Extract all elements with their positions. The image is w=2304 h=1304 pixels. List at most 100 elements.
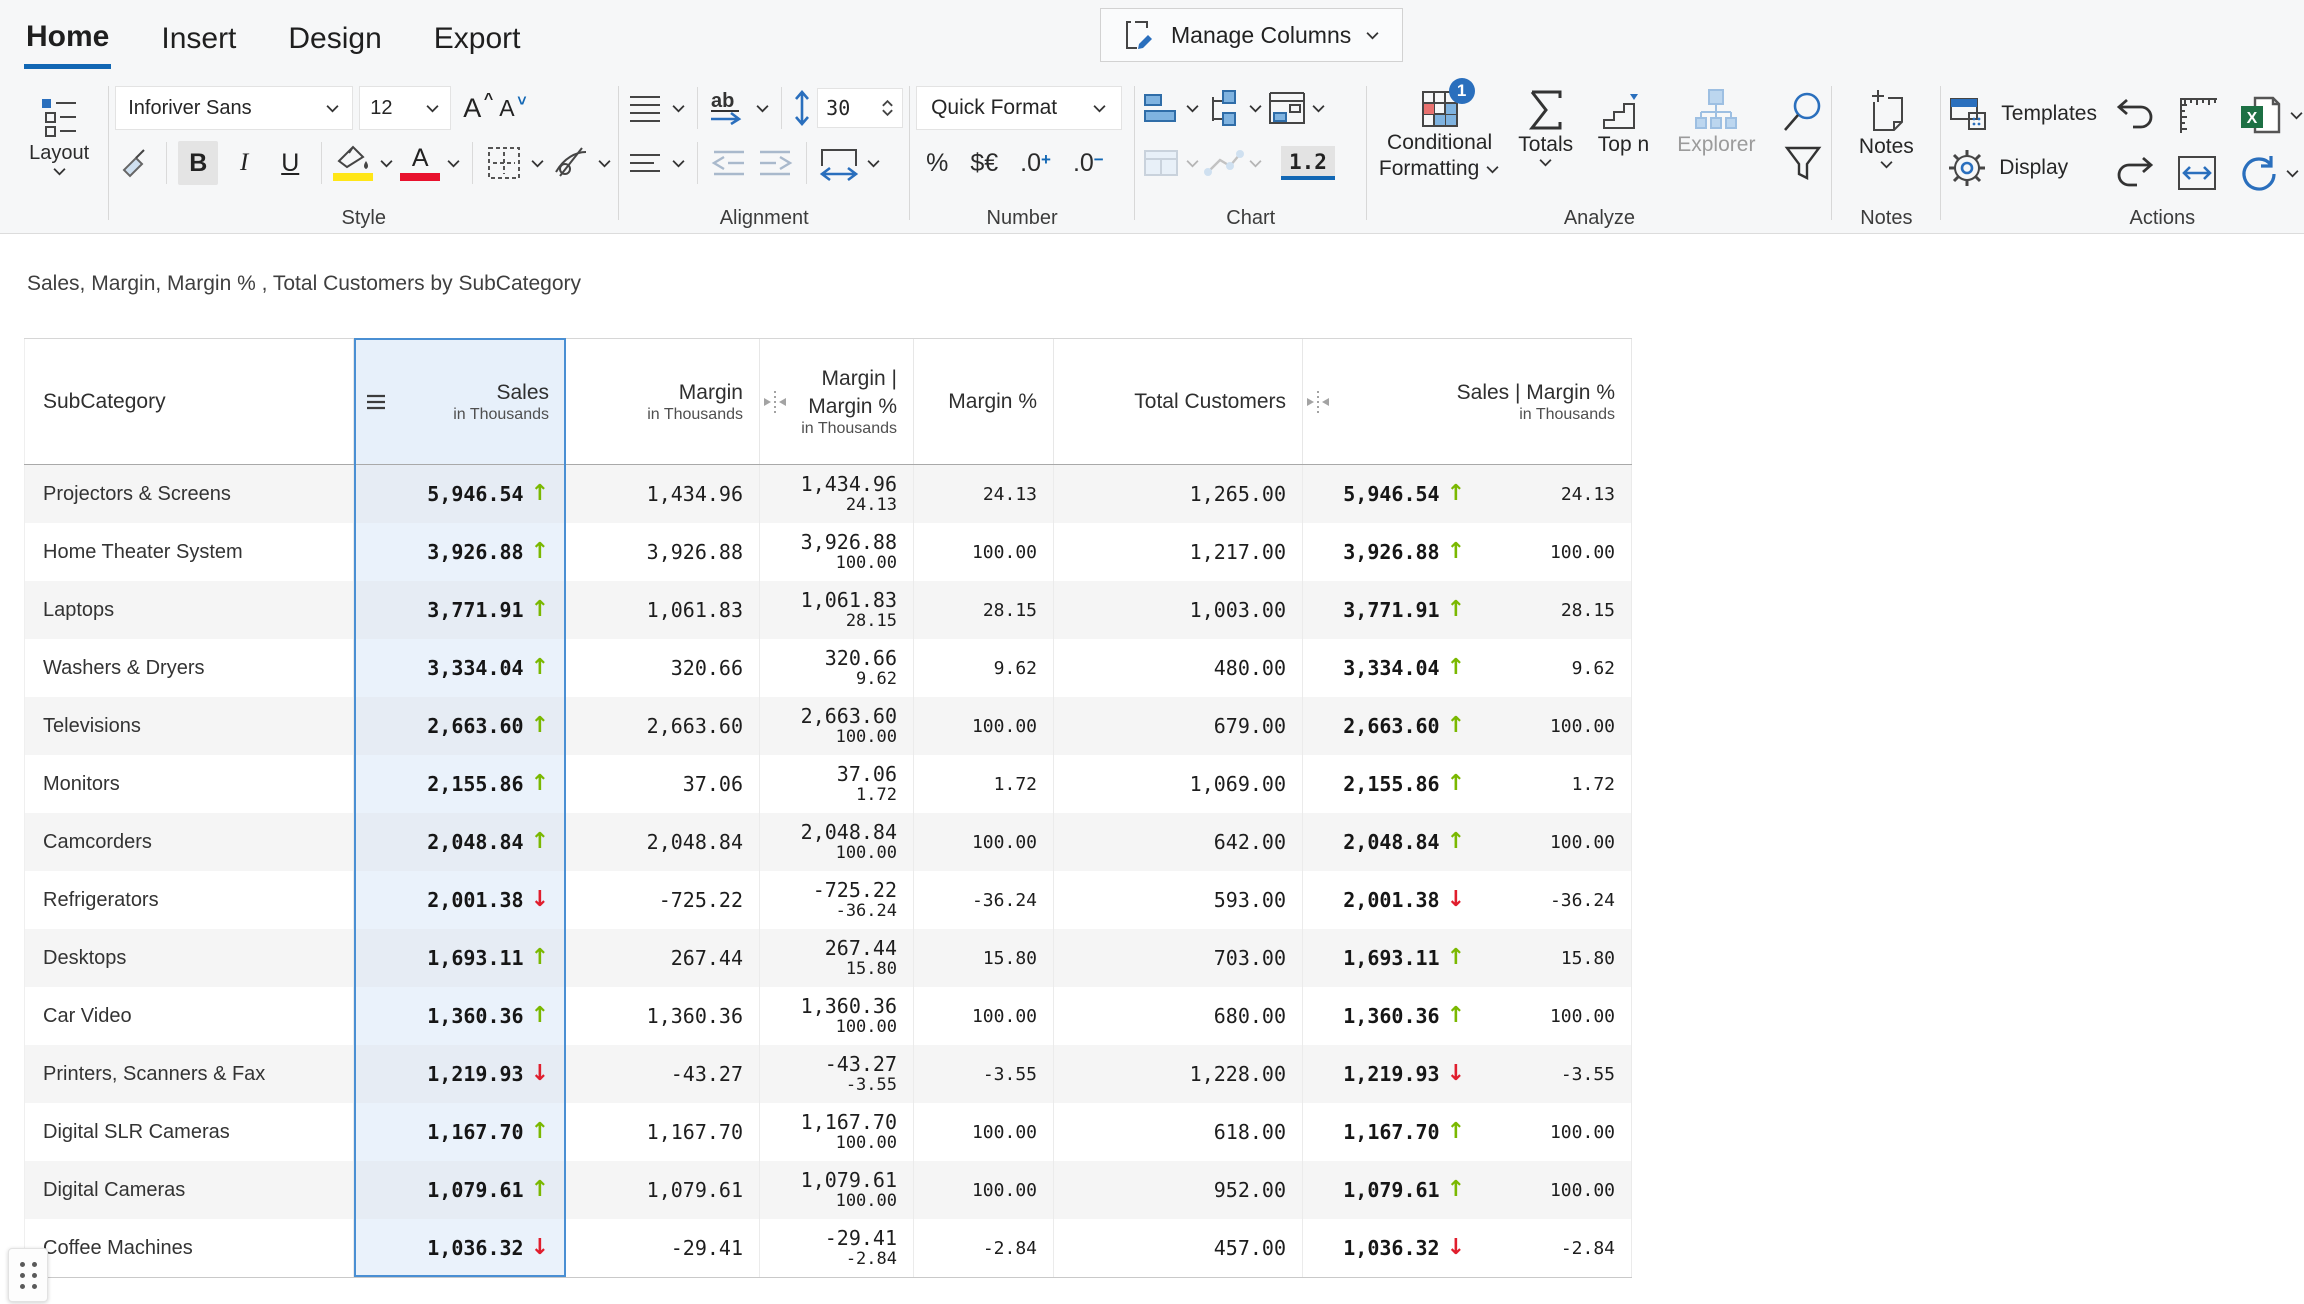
cell-margin[interactable]: 3,926.88 [566, 523, 760, 581]
increase-font-size-button[interactable]: A^ [457, 93, 487, 124]
cell-subcategory[interactable]: Projectors & Screens [24, 465, 354, 523]
cell-total-customers[interactable]: 703.00 [1054, 929, 1303, 987]
chevron-down-icon[interactable] [866, 159, 881, 168]
templates-button[interactable]: Templates [1947, 92, 2097, 136]
filter-icon[interactable] [1783, 144, 1823, 182]
header-margin-margin-pct[interactable]: Margin | Margin % in Thousands [760, 339, 914, 464]
cell-margin-margin-pct[interactable]: -725.22 -36.24 [760, 871, 914, 929]
header-sales[interactable]: Sales in Thousands [354, 339, 566, 464]
cell-total-customers[interactable]: 1,003.00 [1054, 581, 1303, 639]
collapse-column-icon[interactable] [763, 389, 787, 415]
font-color-button[interactable]: A [400, 139, 440, 187]
cell-margin-pct[interactable]: -2.84 [914, 1219, 1054, 1277]
percent-format-button[interactable]: % [922, 149, 952, 178]
cell-margin-pct[interactable]: 100.00 [914, 813, 1054, 871]
export-excel-button[interactable]: X [2237, 92, 2304, 138]
redo-icon[interactable] [2113, 154, 2157, 192]
table-view-button[interactable] [1141, 140, 1181, 186]
currency-format-button[interactable]: $€ [966, 149, 1002, 178]
cell-subcategory[interactable]: Washers & Dryers [24, 639, 354, 697]
cell-margin[interactable]: 1,360.36 [566, 987, 760, 1045]
cell-margin-pct[interactable]: 15.80 [914, 929, 1054, 987]
font-family-select[interactable]: Inforiver Sans [115, 86, 353, 130]
cell-subcategory[interactable]: Digital Cameras [24, 1161, 354, 1219]
column-menu-icon[interactable] [366, 394, 386, 410]
cell-total-customers[interactable]: 642.00 [1054, 813, 1303, 871]
undo-icon[interactable] [2113, 96, 2157, 134]
cell-total-customers[interactable]: 1,069.00 [1054, 755, 1303, 813]
cell-margin[interactable]: -29.41 [566, 1219, 760, 1277]
cell-margin-pct[interactable]: -36.24 [914, 871, 1054, 929]
cell-sales-margin-pct[interactable]: 2,048.84 ↑ 100.00 [1303, 813, 1632, 871]
cell-margin-pct[interactable]: 9.62 [914, 639, 1054, 697]
cell-sales-margin-pct[interactable]: 3,926.88 ↑ 100.00 [1303, 523, 1632, 581]
chart-layout-button[interactable] [1267, 85, 1307, 131]
cell-sales[interactable]: 1,079.61 ↑ [354, 1161, 566, 1219]
quick-format-button[interactable]: Quick Format [916, 86, 1122, 130]
cell-sales[interactable]: 1,036.32 ↓ [354, 1219, 566, 1277]
cell-margin-margin-pct[interactable]: -29.41 -2.84 [760, 1219, 914, 1277]
cell-margin-margin-pct[interactable]: 1,360.36 100.00 [760, 987, 914, 1045]
cell-margin-pct[interactable]: 100.00 [914, 697, 1054, 755]
cell-margin[interactable]: 320.66 [566, 639, 760, 697]
chevron-down-icon[interactable] [379, 159, 394, 168]
cell-margin-margin-pct[interactable]: 1,434.96 24.13 [760, 465, 914, 523]
chevron-down-icon[interactable] [1248, 104, 1263, 113]
cell-subcategory[interactable]: Printers, Scanners & Fax [24, 1045, 354, 1103]
cell-sales[interactable]: 3,334.04 ↑ [354, 639, 566, 697]
cell-subcategory[interactable]: Refrigerators [24, 871, 354, 929]
cell-total-customers[interactable]: 679.00 [1054, 697, 1303, 755]
decrease-font-size-button[interactable]: A˅ [493, 95, 520, 122]
decrease-decimal-button[interactable]: .0− [1069, 149, 1108, 178]
bold-button[interactable]: B [178, 141, 218, 185]
cell-subcategory[interactable]: Monitors [24, 755, 354, 813]
cell-margin-pct[interactable]: 1.72 [914, 755, 1054, 813]
cell-sales[interactable]: 2,048.84 ↑ [354, 813, 566, 871]
format-painter-button[interactable] [115, 140, 155, 186]
cell-total-customers[interactable]: 1,265.00 [1054, 465, 1303, 523]
decrease-indent-button[interactable] [709, 140, 749, 186]
header-sales-margin-pct[interactable]: Sales | Margin % in Thousands [1303, 339, 1632, 464]
cell-margin[interactable]: 2,048.84 [566, 813, 760, 871]
ruler-icon[interactable] [2175, 95, 2219, 135]
chevron-down-icon[interactable] [755, 104, 770, 113]
cell-margin[interactable]: 1,061.83 [566, 581, 760, 639]
cell-margin-margin-pct[interactable]: 3,926.88 100.00 [760, 523, 914, 581]
cell-sales-margin-pct[interactable]: 2,663.60 ↑ 100.00 [1303, 697, 1632, 755]
chevron-down-icon[interactable] [1185, 159, 1200, 168]
cell-total-customers[interactable]: 1,217.00 [1054, 523, 1303, 581]
chevron-down-icon[interactable] [1311, 104, 1326, 113]
cell-sales-margin-pct[interactable]: 1,079.61 ↑ 100.00 [1303, 1161, 1632, 1219]
cell-margin[interactable]: 1,167.70 [566, 1103, 760, 1161]
stepper-arrows[interactable] [881, 99, 894, 117]
cell-margin-margin-pct[interactable]: 1,167.70 100.00 [760, 1103, 914, 1161]
cell-total-customers[interactable]: 480.00 [1054, 639, 1303, 697]
header-margin-pct[interactable]: Margin % [914, 339, 1054, 464]
display-button[interactable]: Display [1947, 146, 2097, 190]
cell-margin[interactable]: -725.22 [566, 871, 760, 929]
cell-sales-margin-pct[interactable]: 2,001.38 ↓ -36.24 [1303, 871, 1632, 929]
underline-button[interactable]: U [270, 141, 310, 185]
cell-margin-pct[interactable]: -3.55 [914, 1045, 1054, 1103]
cell-total-customers[interactable]: 952.00 [1054, 1161, 1303, 1219]
cell-sales[interactable]: 5,946.54 ↑ [354, 465, 566, 523]
bar-chart-button[interactable] [1141, 85, 1181, 131]
cell-margin-margin-pct[interactable]: -43.27 -3.55 [760, 1045, 914, 1103]
cell-sales[interactable]: 3,771.91 ↑ [354, 581, 566, 639]
cell-margin[interactable]: 2,663.60 [566, 697, 760, 755]
cell-margin-margin-pct[interactable]: 2,048.84 100.00 [760, 813, 914, 871]
tab-insert[interactable]: Insert [159, 8, 238, 66]
cell-margin[interactable]: 267.44 [566, 929, 760, 987]
cell-subcategory[interactable]: Coffee Machines [24, 1219, 354, 1277]
cell-sales[interactable]: 3,926.88 ↑ [354, 523, 566, 581]
cell-margin[interactable]: 1,434.96 [566, 465, 760, 523]
italic-button[interactable]: I [224, 141, 264, 185]
cell-sales-margin-pct[interactable]: 1,360.36 ↑ 100.00 [1303, 987, 1632, 1045]
cell-subcategory[interactable]: Digital SLR Cameras [24, 1103, 354, 1161]
number-display-toggle[interactable]: 1.2 [1281, 146, 1335, 180]
visual-drag-handle[interactable] [8, 1248, 48, 1302]
hierarchy-chart-button[interactable] [1204, 85, 1244, 131]
cell-margin[interactable]: -43.27 [566, 1045, 760, 1103]
strikethrough-button[interactable] [551, 140, 591, 186]
cell-margin-margin-pct[interactable]: 320.66 9.62 [760, 639, 914, 697]
